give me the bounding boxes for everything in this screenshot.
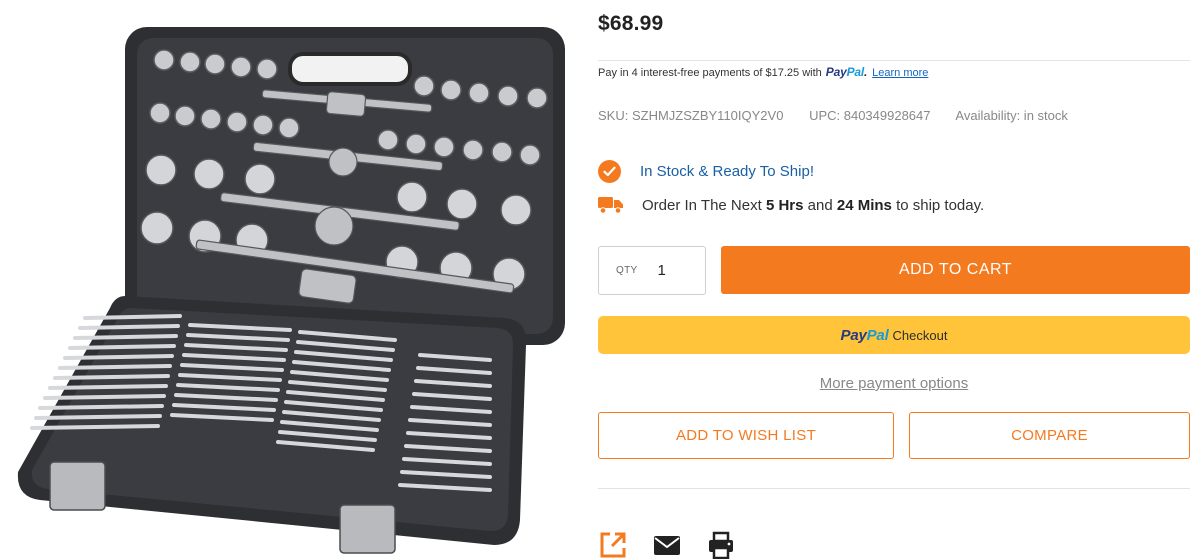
share-external-icon[interactable]: [598, 530, 628, 559]
paypal-logo-part2: Pal: [866, 326, 889, 344]
paypal-checkout-button[interactable]: PayPal Checkout: [598, 316, 1190, 354]
quantity-field: QTY: [598, 246, 706, 295]
print-icon[interactable]: [706, 530, 736, 559]
stock-status: In Stock & Ready To Ship!: [598, 159, 814, 183]
installments-text: Pay in 4 interest-free payments of $17.2…: [598, 67, 822, 79]
more-payment-options-link[interactable]: More payment options: [598, 375, 1190, 392]
share-icons: [598, 530, 760, 559]
paypal-checkout-label: Checkout: [892, 327, 948, 343]
paypal-logo: PayPal: [841, 327, 889, 344]
product-meta: SKU: SZHMJZSZBY110IQY2V0 UPC: 8403499286…: [598, 108, 1090, 123]
add-to-wish-list-button[interactable]: ADD TO WISH LIST: [598, 412, 894, 459]
tap-and-die-set-illustration: [17, 27, 565, 554]
truck-icon: [598, 197, 623, 214]
email-icon[interactable]: [652, 530, 682, 559]
quantity-label: QTY: [616, 265, 638, 276]
add-to-cart-button[interactable]: ADD TO CART: [721, 246, 1190, 294]
upc: UPC: 840349928647: [809, 108, 931, 123]
availability: Availability: in stock: [955, 108, 1068, 123]
checkmark-icon: [598, 159, 621, 183]
quantity-input[interactable]: [657, 262, 688, 279]
shipping-countdown: Order In The Next 5 Hrs and 24 Mins to s…: [598, 194, 984, 216]
product-image[interactable]: [0, 0, 580, 559]
sku: SKU: SZHMJZSZBY110IQY2V0: [598, 108, 784, 123]
stock-status-text: In Stock & Ready To Ship!: [640, 162, 814, 180]
product-info-panel: $68.99 Pay in 4 interest-free payments o…: [598, 0, 1190, 559]
paypal-logo-part2: Pal: [846, 65, 865, 79]
paypal-logo: PayPal.: [825, 65, 868, 79]
paypal-logo-part1: Pay: [825, 65, 847, 79]
paypal-logo-part1: Pay: [840, 326, 867, 344]
paypal-installments: Pay in 4 interest-free payments of $17.2…: [598, 65, 928, 79]
compare-button[interactable]: COMPARE: [909, 412, 1190, 459]
ship-suffix: to ship today.: [896, 196, 985, 214]
divider: [598, 60, 1190, 61]
product-price: $68.99: [598, 12, 664, 35]
learn-more-link[interactable]: Learn more: [872, 67, 928, 79]
divider: [598, 488, 1190, 489]
ship-and: and: [807, 196, 833, 214]
ship-prefix: Order In The Next: [642, 196, 762, 214]
ship-hours: 5 Hrs: [765, 196, 804, 214]
ship-mins: 24 Mins: [836, 196, 892, 214]
